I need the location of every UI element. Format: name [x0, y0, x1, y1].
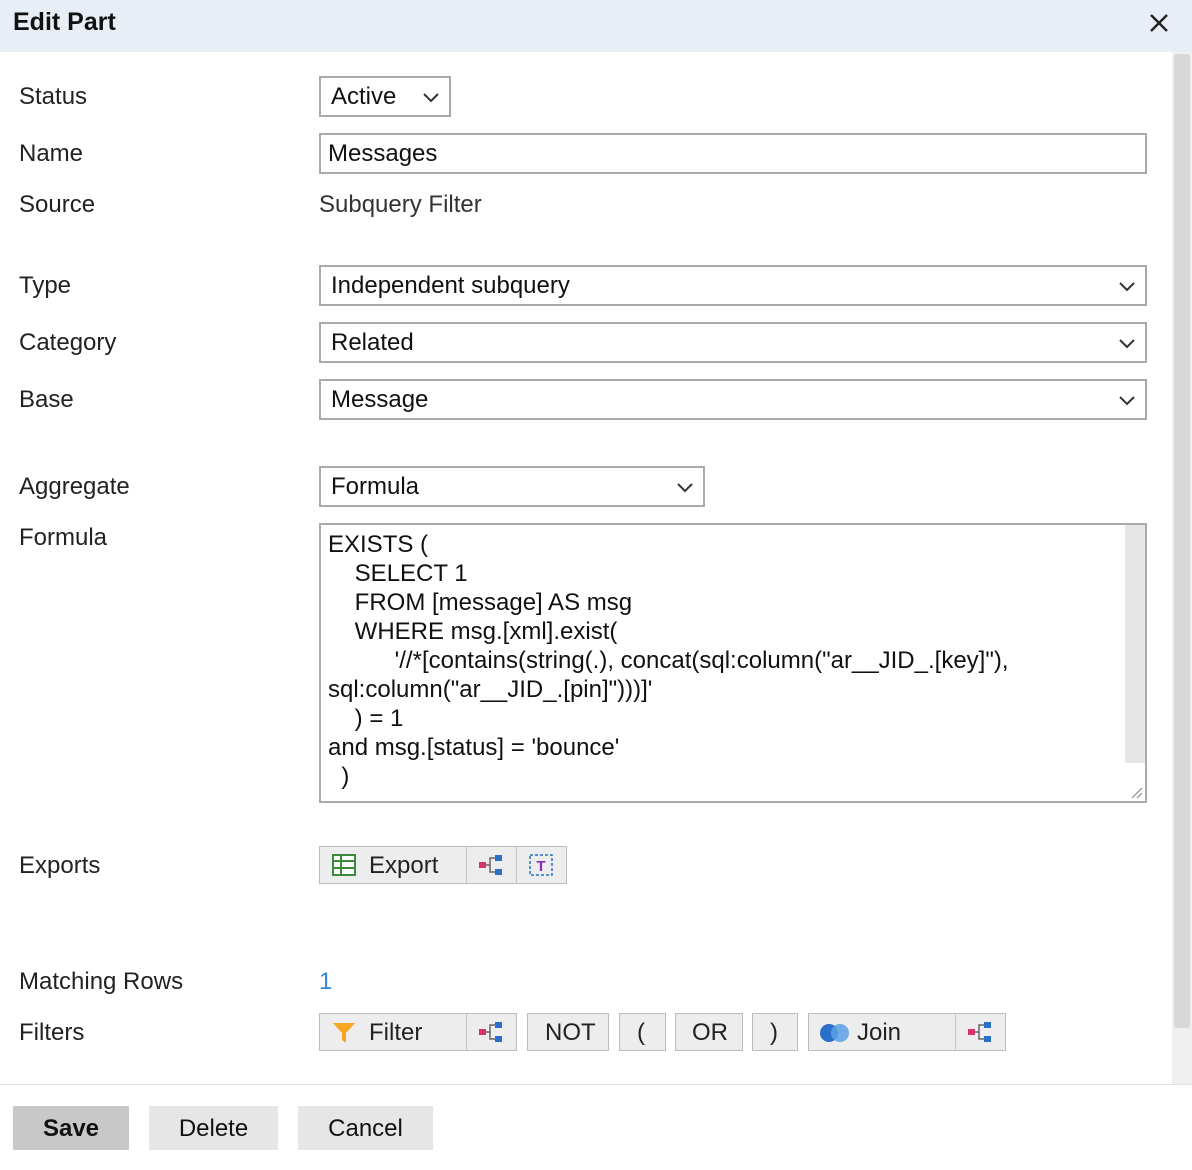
tree-icon[interactable]	[478, 1021, 504, 1043]
join-button[interactable]: Join	[857, 1019, 901, 1047]
type-label: Type	[19, 272, 72, 299]
base-value: Message	[331, 386, 429, 413]
formula-scrollbar[interactable]	[1125, 525, 1145, 763]
formula-textarea[interactable]: EXISTS ( SELECT 1 FROM [message] AS msg …	[319, 523, 1147, 803]
export-button[interactable]: Export	[369, 852, 438, 880]
or-button[interactable]: OR	[675, 1013, 743, 1051]
close-icon[interactable]	[1145, 9, 1173, 37]
footer-divider	[0, 1084, 1192, 1085]
category-value: Related	[331, 329, 414, 356]
category-select[interactable]: Related	[319, 322, 1147, 363]
chevron-down-icon	[1119, 339, 1135, 349]
join-button-group: Join	[808, 1013, 1006, 1051]
dialog-scrollbar-thumb[interactable]	[1174, 54, 1190, 1028]
name-label: Name	[19, 140, 84, 167]
formula-text: EXISTS ( SELECT 1 FROM [message] AS msg …	[328, 531, 1009, 790]
filter-button-group: Filter	[319, 1013, 517, 1051]
chevron-down-icon	[423, 93, 439, 103]
chevron-down-icon	[1119, 396, 1135, 406]
type-select[interactable]: Independent subquery	[319, 265, 1147, 306]
text-box-icon[interactable]: T	[528, 853, 554, 877]
source-value: Subquery Filter	[319, 191, 482, 218]
tree-icon[interactable]	[967, 1021, 993, 1043]
source-label: Source	[19, 191, 96, 218]
exports-label: Exports	[19, 852, 101, 879]
dialog-title: Edit Part	[13, 8, 116, 36]
funnel-icon	[333, 1023, 355, 1043]
close-paren-button[interactable]: )	[752, 1013, 798, 1051]
delete-button[interactable]: Delete	[149, 1106, 278, 1150]
tree-icon[interactable]	[478, 854, 504, 876]
or-button-label: OR	[692, 1019, 728, 1046]
save-button[interactable]: Save	[13, 1106, 129, 1150]
type-value: Independent subquery	[331, 272, 570, 299]
resize-grip-icon[interactable]	[1129, 785, 1143, 799]
export-button-group: Export T	[319, 846, 567, 884]
status-label: Status	[19, 83, 88, 110]
chevron-down-icon	[1119, 282, 1135, 292]
spreadsheet-icon	[332, 854, 356, 876]
not-button-label: NOT	[545, 1019, 596, 1046]
close-paren-label: )	[770, 1019, 778, 1046]
base-label: Base	[19, 386, 74, 413]
name-value: Messages	[328, 140, 438, 167]
aggregate-select[interactable]: Formula	[319, 466, 705, 507]
category-label: Category	[19, 329, 117, 356]
filters-label: Filters	[19, 1019, 85, 1046]
chevron-down-icon	[677, 483, 693, 493]
not-button[interactable]: NOT	[527, 1013, 609, 1051]
matching-rows-label: Matching Rows	[19, 968, 184, 995]
svg-text:T: T	[536, 858, 545, 875]
matching-rows-link[interactable]: 1	[319, 968, 332, 996]
dialog-titlebar: Edit Part	[0, 0, 1192, 52]
open-paren-label: (	[637, 1019, 645, 1046]
venn-join-icon	[820, 1024, 849, 1042]
aggregate-label: Aggregate	[19, 473, 130, 500]
cancel-button[interactable]: Cancel	[298, 1106, 433, 1150]
formula-label: Formula	[19, 524, 108, 551]
status-select[interactable]: Active	[319, 76, 451, 117]
aggregate-value: Formula	[331, 473, 420, 500]
status-value: Active	[331, 83, 397, 110]
base-select[interactable]: Message	[319, 379, 1147, 420]
open-paren-button[interactable]: (	[619, 1013, 666, 1051]
name-input[interactable]: Messages	[319, 133, 1147, 174]
filter-button[interactable]: Filter	[369, 1019, 422, 1047]
